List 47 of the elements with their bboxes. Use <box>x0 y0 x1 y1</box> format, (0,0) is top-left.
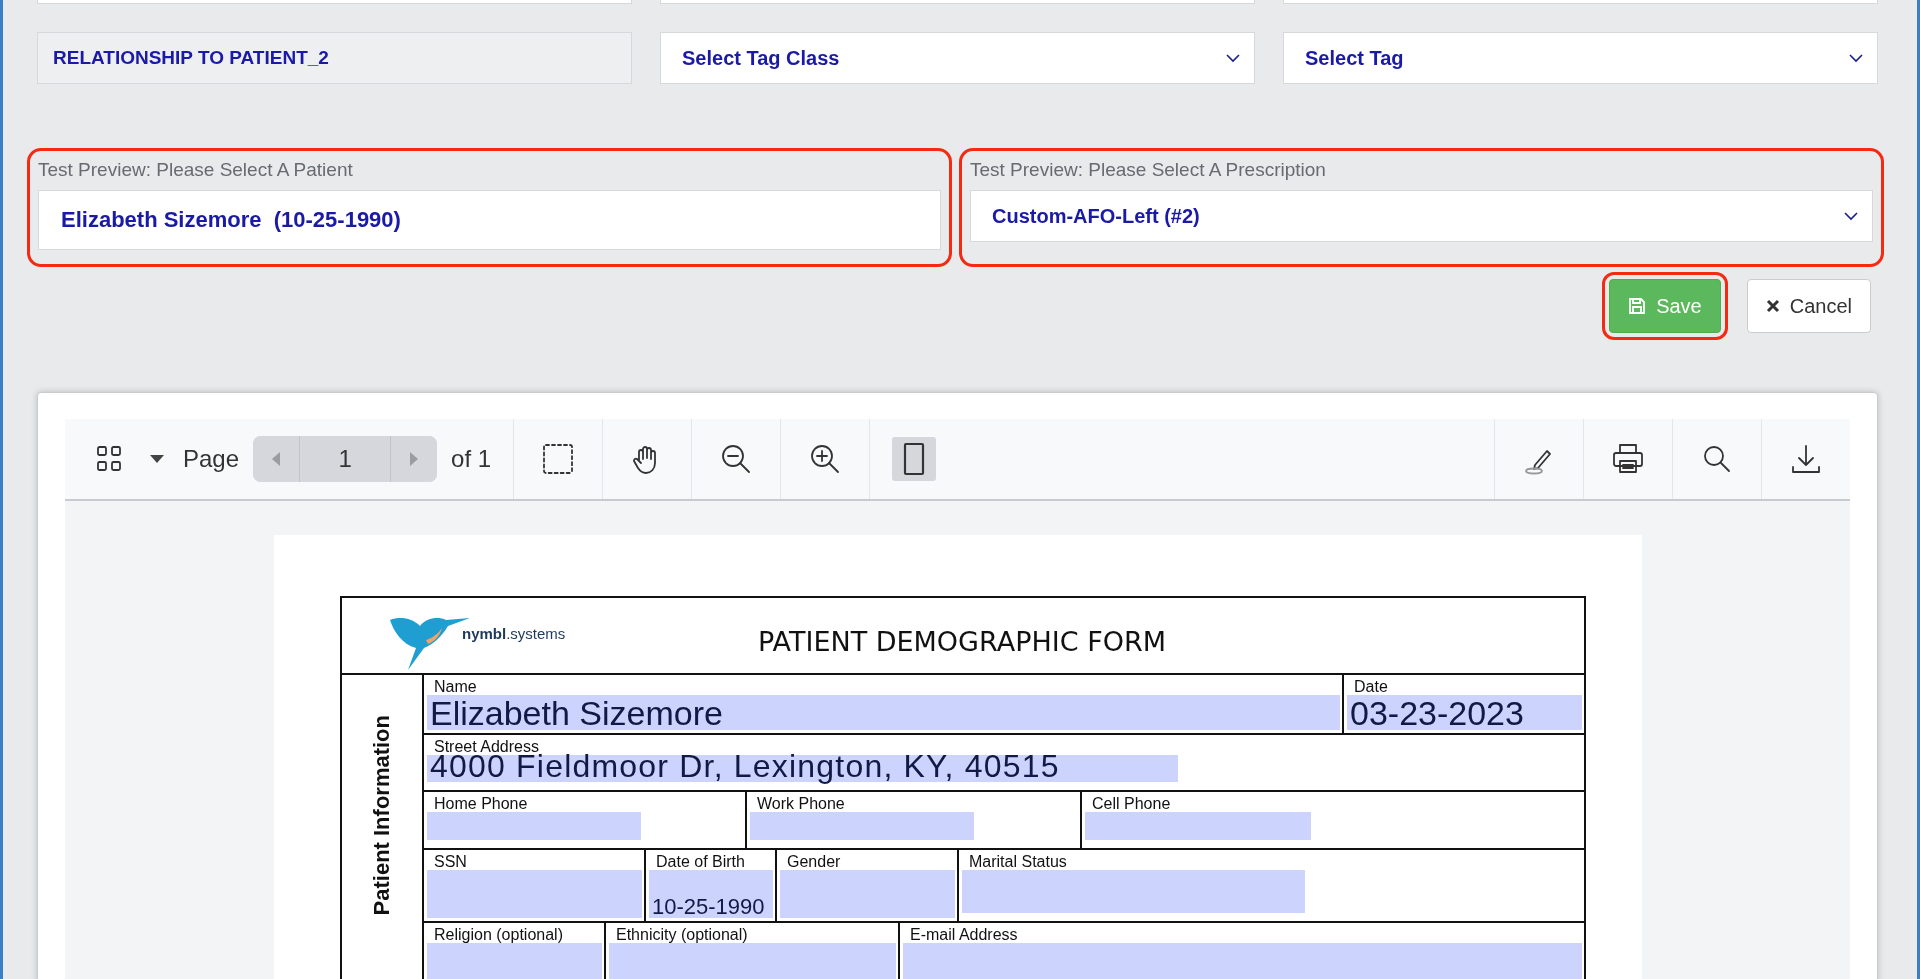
form-field[interactable] <box>750 812 974 840</box>
cancel-button[interactable]: Cancel <box>1746 279 1871 333</box>
form-field[interactable] <box>427 812 641 840</box>
form-field[interactable]: 03-23-2023 <box>1347 695 1582 730</box>
field-label: SSN <box>433 853 468 870</box>
patient-field[interactable]: Elizabeth Sizemore (10-25-1990) <box>38 190 941 250</box>
section-label: Patient Information <box>369 715 395 916</box>
form-field[interactable]: Elizabeth Sizemore <box>427 695 1340 730</box>
field-label: Date <box>1353 678 1389 695</box>
field-label: Home Phone <box>433 795 529 812</box>
triangle-left-icon <box>271 451 282 467</box>
logo-text: nymbl.systems <box>462 625 566 642</box>
form-field[interactable] <box>609 943 896 979</box>
tag-label: RELATIONSHIP TO PATIENT_2 <box>37 32 632 84</box>
field-label: Date of Birth <box>655 853 746 870</box>
page-count: of 1 <box>451 445 492 473</box>
tag-select[interactable]: Select Tag <box>1283 32 1878 84</box>
page-number-field[interactable]: 1 <box>299 436 392 482</box>
field-label: Religion (optional) <box>433 926 564 943</box>
field-label: E-mail Address <box>909 926 1019 943</box>
field-label: Street Address <box>433 738 539 755</box>
field-label: Marital Status <box>968 853 1068 870</box>
single-page-button[interactable] <box>892 437 937 481</box>
page-label: Page <box>183 445 240 473</box>
form-field[interactable] <box>780 870 955 918</box>
field-label: Cell Phone <box>1091 795 1172 812</box>
chevron-down-icon <box>1226 53 1240 63</box>
field-label: Name <box>433 678 478 695</box>
field-label: Test Preview: Please Select A Patient <box>38 159 354 181</box>
form-field[interactable]: 10-25-1990 <box>649 870 773 918</box>
caret-icon <box>149 454 165 464</box>
field-label: Ethnicity (optional) <box>615 926 749 943</box>
triangle-right-icon <box>409 451 420 467</box>
form-title: PATIENT DEMOGRAPHIC FORM <box>758 626 1166 657</box>
form-field[interactable] <box>1085 812 1311 840</box>
close-icon <box>1765 299 1780 313</box>
prescription-select[interactable]: Custom-AFO-Left (#2) <box>970 190 1873 242</box>
form-field[interactable] <box>427 943 602 979</box>
form-field[interactable] <box>427 870 642 918</box>
chevron-down-icon <box>1849 53 1863 63</box>
chevron-down-icon <box>1844 211 1858 221</box>
field-label: Work Phone <box>756 795 846 812</box>
field-label: Test Preview: Please Select A Prescription <box>970 159 1327 181</box>
form-field[interactable] <box>962 870 1305 913</box>
tag-class-select[interactable]: Select Tag Class <box>660 32 1255 84</box>
field-label: Gender <box>786 853 842 870</box>
form-field[interactable] <box>903 943 1582 979</box>
